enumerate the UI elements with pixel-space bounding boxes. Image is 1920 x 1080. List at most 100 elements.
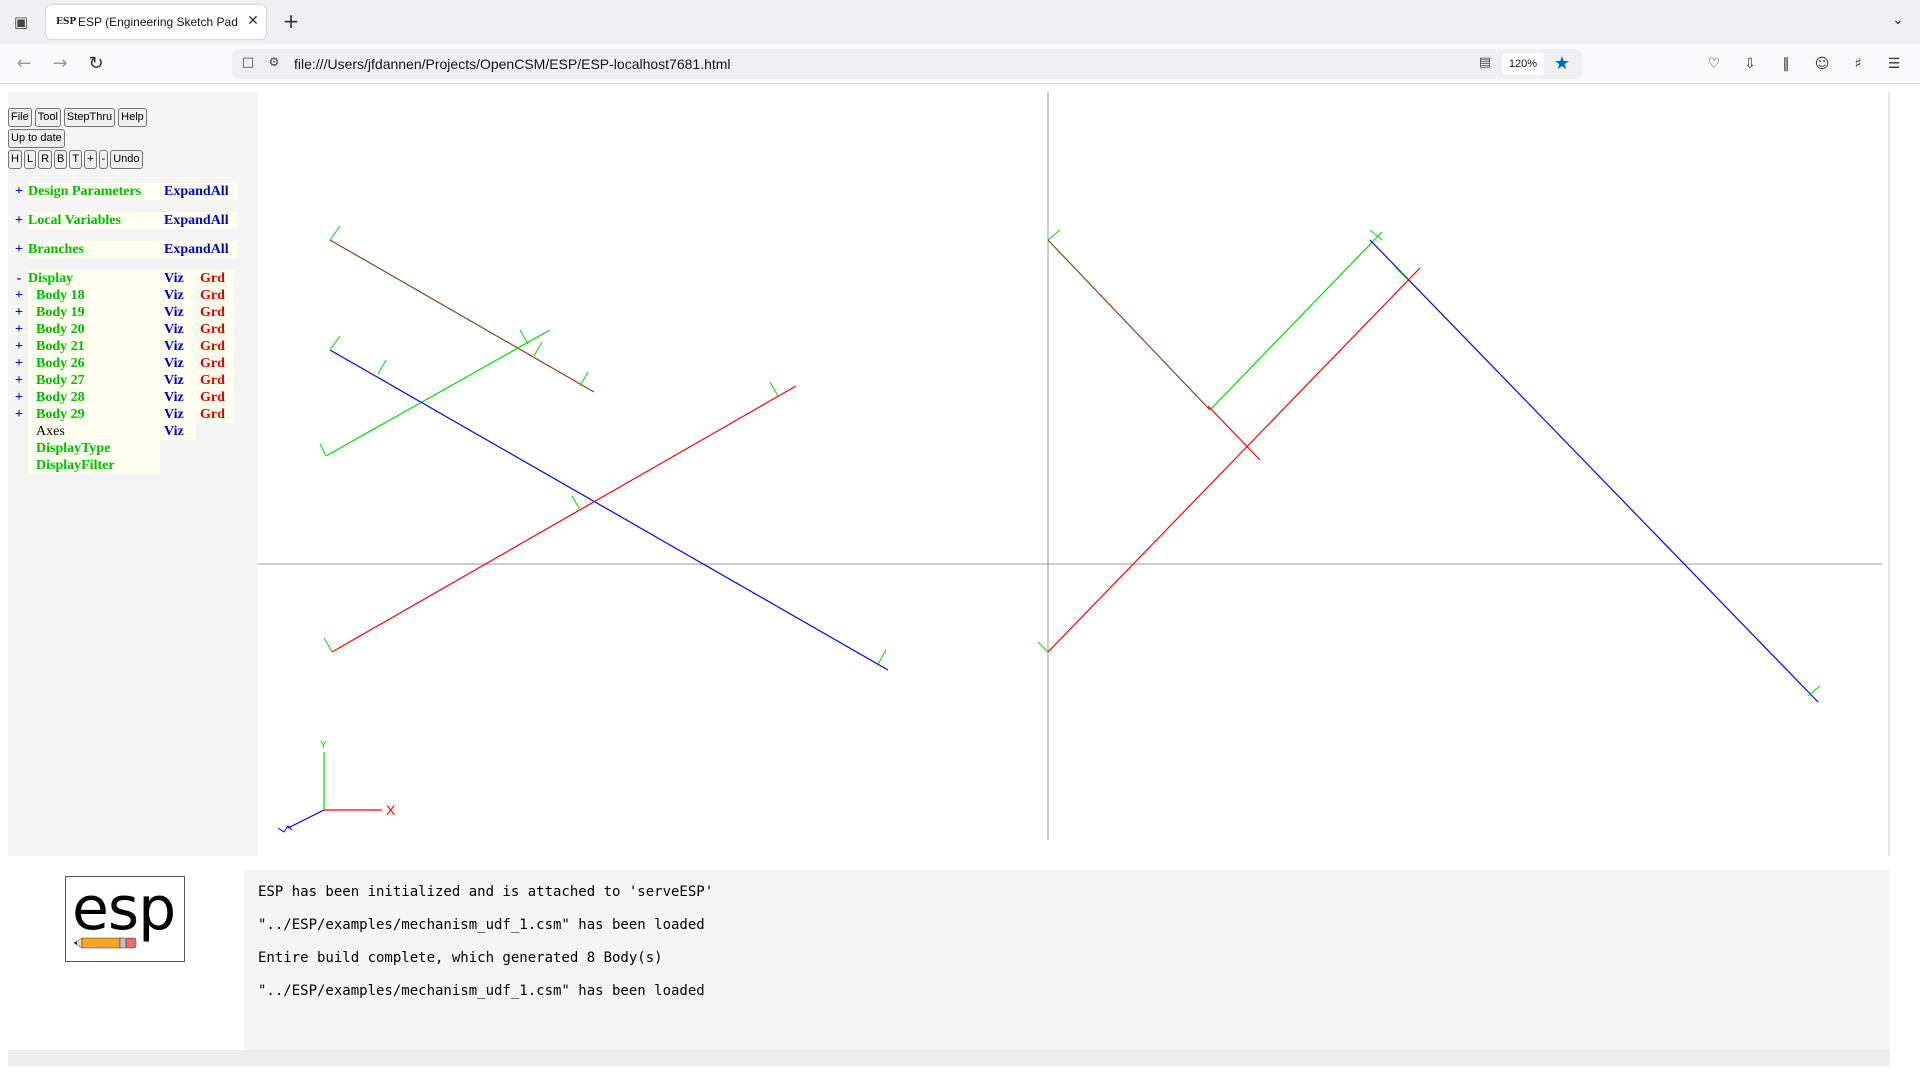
zoom-level-badge[interactable]: 120% xyxy=(1502,53,1544,75)
expand-toggle[interactable]: + xyxy=(10,287,28,304)
hamburger-menu-icon[interactable]: ☰ xyxy=(1882,52,1906,76)
expand-toggle[interactable]: + xyxy=(10,241,28,258)
display-filter-label[interactable]: DisplayFilter xyxy=(28,457,160,474)
grd-toggle[interactable]: Grd xyxy=(196,304,234,321)
collapse-toggle[interactable]: - xyxy=(10,270,28,287)
viz-toggle[interactable]: Viz xyxy=(160,321,196,338)
expand-all-link[interactable]: ExpandAll xyxy=(160,212,238,229)
url-bar[interactable]: □ ⚙ file:///Users/jfdannen/Projects/Open… xyxy=(232,49,1582,79)
up-to-date-button[interactable]: Up to date xyxy=(8,129,65,148)
body-label[interactable]: Body 20 xyxy=(28,321,160,338)
local-variables-label[interactable]: Local Variables xyxy=(28,212,160,229)
viz-toggle[interactable]: Viz xyxy=(160,287,196,304)
viz-toggle[interactable]: Viz xyxy=(160,423,196,440)
tree-row-display: - Display Viz Grd xyxy=(10,270,238,287)
red-edge xyxy=(1047,267,1421,653)
view-left-button[interactable]: L xyxy=(23,150,37,169)
body-label[interactable]: Body 26 xyxy=(28,355,160,372)
expand-toggle[interactable]: + xyxy=(10,212,28,229)
body-label[interactable]: Body 18 xyxy=(28,287,160,304)
graphics-canvas[interactable]: X Y xyxy=(258,92,1888,856)
body-label[interactable]: Body 29 xyxy=(28,406,160,423)
branches-label[interactable]: Branches xyxy=(28,241,160,258)
expand-toggle[interactable]: + xyxy=(10,183,28,200)
body-label[interactable]: Body 21 xyxy=(28,338,160,355)
viz-toggle[interactable]: Viz xyxy=(160,372,196,389)
page-icon[interactable]: □ xyxy=(240,55,256,73)
library-icon[interactable]: ‖ xyxy=(1774,52,1798,76)
tree-row-design-parameters: + Design Parameters ExpandAll xyxy=(10,183,238,200)
url-text[interactable]: file:///Users/jfdannen/Projects/OpenCSM/… xyxy=(294,56,731,72)
grd-toggle[interactable]: Grd xyxy=(196,406,234,423)
reload-icon[interactable]: ↻ xyxy=(84,52,108,76)
forward-arrow-icon[interactable]: → xyxy=(48,52,72,76)
reader-view-icon[interactable]: ▤ xyxy=(1476,55,1494,73)
view-top-button[interactable]: T xyxy=(69,150,83,169)
design-parameters-label[interactable]: Design Parameters xyxy=(28,183,160,200)
expand-all-link[interactable]: ExpandAll xyxy=(160,241,238,258)
view-bottom-button[interactable]: B xyxy=(54,150,68,169)
grd-toggle[interactable]: Grd xyxy=(196,338,234,355)
viz-toggle[interactable]: Viz xyxy=(160,389,196,406)
star-icon[interactable]: ★ xyxy=(1550,52,1574,76)
expand-all-link[interactable]: ExpandAll xyxy=(160,183,238,200)
grd-toggle[interactable]: Grd xyxy=(196,372,234,389)
grd-toggle[interactable]: Grd xyxy=(196,321,234,338)
display-type-label[interactable]: DisplayType xyxy=(28,440,160,457)
expand-toggle[interactable]: + xyxy=(10,406,28,423)
view-right-button[interactable]: R xyxy=(38,150,53,169)
expand-toggle[interactable]: + xyxy=(10,304,28,321)
viz-toggle[interactable]: Viz xyxy=(160,338,196,355)
download-icon[interactable]: ⇩ xyxy=(1738,52,1762,76)
expand-toggle[interactable]: + xyxy=(10,372,28,389)
body-label[interactable]: Body 28 xyxy=(28,389,160,406)
grd-toggle[interactable]: Grd xyxy=(196,287,234,304)
viz-toggle[interactable]: Viz xyxy=(160,406,196,423)
view-home-button[interactable]: H xyxy=(8,150,22,169)
expand-toggle[interactable]: + xyxy=(10,321,28,338)
edge-tick xyxy=(377,359,387,375)
edge-tick xyxy=(1047,229,1061,241)
grd-toggle[interactable]: Grd xyxy=(196,270,234,287)
file-button[interactable]: File xyxy=(8,108,32,127)
viz-toggle[interactable]: Viz xyxy=(160,304,196,321)
zoom-in-button[interactable]: + xyxy=(84,150,97,169)
zoom-out-button[interactable]: - xyxy=(98,150,109,169)
close-icon[interactable]: ✕ xyxy=(244,12,262,30)
tool-button[interactable]: Tool xyxy=(34,108,61,127)
back-arrow-icon[interactable]: ← xyxy=(12,52,36,76)
extensions-icon[interactable]: ♯ xyxy=(1846,52,1870,76)
stepthru-button[interactable]: StepThru xyxy=(63,108,116,127)
expand-toggle[interactable]: + xyxy=(10,355,28,372)
triad-y-label: Y xyxy=(320,740,327,751)
undo-button[interactable]: Undo xyxy=(110,150,143,169)
edge-tick xyxy=(579,371,589,387)
permissions-icon[interactable]: ⚙ xyxy=(266,55,282,73)
browser-tab[interactable]: ESP ESP (Engineering Sketch Pad, V ✕ xyxy=(46,5,266,39)
body-label[interactable]: Body 19 xyxy=(28,304,160,321)
brown-edge xyxy=(329,239,595,393)
browser-nav-bar: ← → ↻ □ ⚙ file:///Users/jfdannen/Project… xyxy=(0,44,1920,84)
grd-toggle[interactable]: Grd xyxy=(196,355,234,372)
plus-icon[interactable]: + xyxy=(280,10,302,32)
pocket-icon[interactable]: ♡ xyxy=(1702,52,1726,76)
account-icon[interactable]: ☺ xyxy=(1810,52,1834,76)
viz-toggle[interactable]: Viz xyxy=(160,270,196,287)
grd-toggle[interactable]: Grd xyxy=(196,389,234,406)
chevron-down-icon[interactable]: ⌄ xyxy=(1888,12,1908,32)
esp-favicon-icon: ESP xyxy=(56,17,77,27)
help-button[interactable]: Help xyxy=(118,108,147,127)
tree-row-body: + Body 20 Viz Grd xyxy=(10,321,238,338)
tree-row-body: + Body 21 Viz Grd xyxy=(10,338,238,355)
expand-toggle[interactable]: + xyxy=(10,389,28,406)
expand-toggle[interactable]: + xyxy=(10,338,28,355)
tab-list-icon[interactable]: ▣ xyxy=(10,11,32,33)
brown-edge xyxy=(1047,239,1211,411)
edge-tick xyxy=(769,381,779,397)
display-label[interactable]: Display xyxy=(28,270,160,287)
viz-toggle[interactable]: Viz xyxy=(160,355,196,372)
graphics-svg[interactable]: X Y xyxy=(258,92,1888,856)
body-label[interactable]: Body 27 xyxy=(28,372,160,389)
